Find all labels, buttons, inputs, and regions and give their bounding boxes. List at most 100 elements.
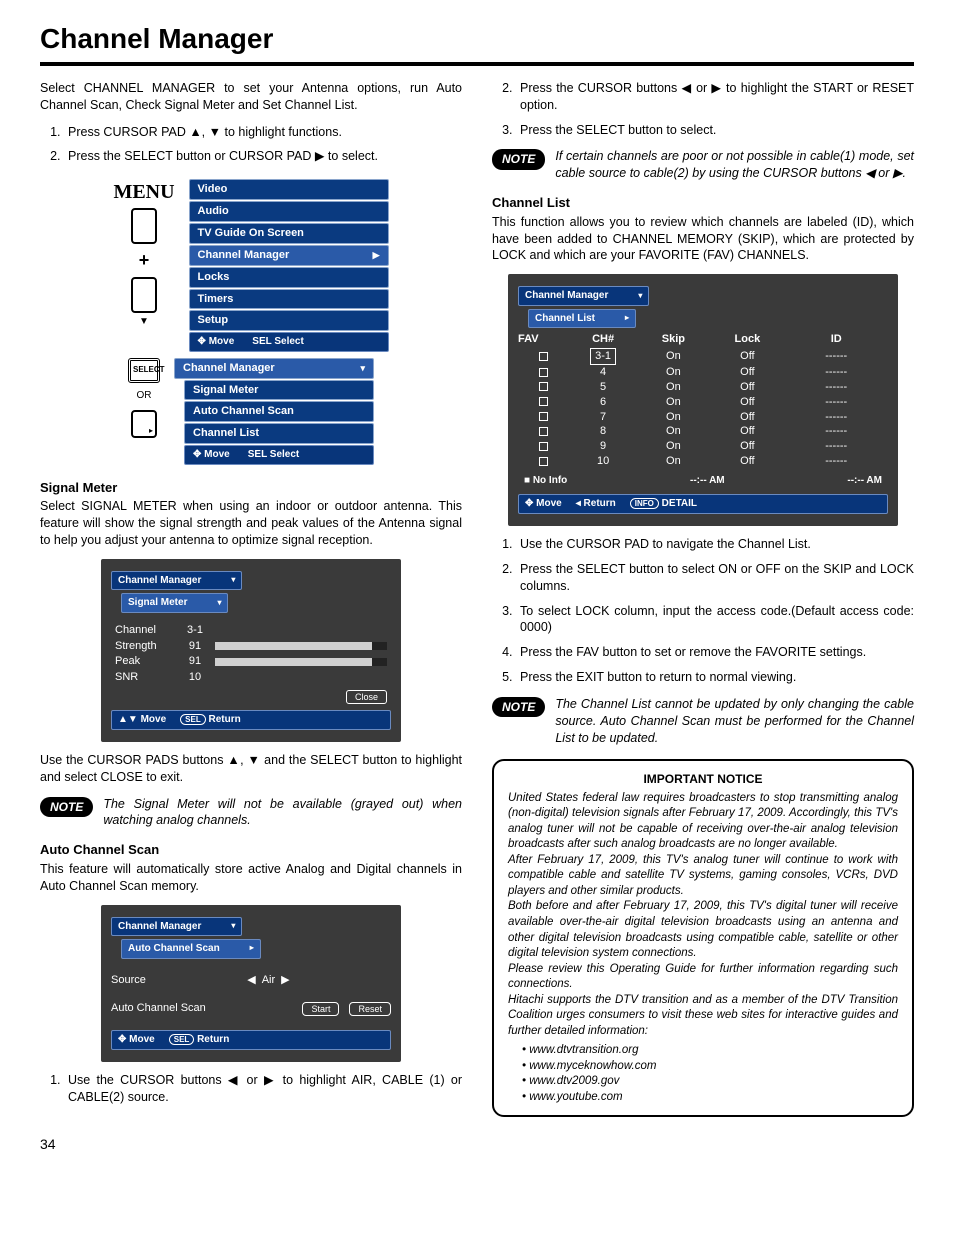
- notice-p5: Please review this Operating Guide for f…: [508, 963, 898, 991]
- acs-heading: Auto Channel Scan: [40, 841, 462, 859]
- menu-item-tvguide[interactable]: TV Guide On Screen: [189, 223, 389, 244]
- info-row: ■ No Info --:-- AM --:-- AM: [518, 473, 888, 489]
- main-menu: Video Audio TV Guide On Screen Channel M…: [189, 179, 389, 351]
- cl-steps: Use the CURSOR PAD to navigate the Chann…: [492, 536, 914, 686]
- menu-hint-bar: ✥ Move SEL Select: [189, 332, 389, 352]
- submenu-channel-list[interactable]: Channel List: [184, 423, 374, 444]
- menu-item-audio[interactable]: Audio: [189, 201, 389, 222]
- acs-note: NOTE If certain channels are poor or not…: [492, 148, 914, 182]
- triangle-down-icon: ▼: [139, 315, 149, 329]
- menu-diagram: MENU + ▼ Video Audio TV Guide On Screen …: [40, 179, 462, 351]
- signal-hint-bar: ▲▼ Move SEL Return: [111, 710, 391, 730]
- meter-snr: SNR10: [115, 670, 387, 685]
- channel-list-table: FAV CH# Skip Lock ID 3-1OnOff------4OnOf…: [518, 331, 888, 469]
- table-row[interactable]: 3-1OnOff------: [518, 348, 888, 365]
- select-hint: SEL Select: [252, 335, 304, 349]
- menu-label: MENU: [113, 179, 174, 206]
- menu-item-setup[interactable]: Setup: [189, 310, 389, 331]
- link-2: www.myceknowhow.com: [522, 1059, 898, 1075]
- submenu-signal-meter[interactable]: Signal Meter: [184, 380, 374, 401]
- table-row[interactable]: 9OnOff------: [518, 439, 888, 454]
- link-3: www.dtv2009.gov: [522, 1074, 898, 1090]
- signal-meter-panel: Channel Manager▾ Signal Meter▾ Channel3-…: [101, 559, 401, 742]
- move-hint: ✥ Move: [198, 335, 235, 349]
- crumb-cm: Channel Manager▾: [111, 917, 242, 937]
- acs-hint-bar: ✥ Move SEL Return: [111, 1030, 391, 1050]
- table-row[interactable]: 10OnOff------: [518, 454, 888, 469]
- table-row[interactable]: 8OnOff------: [518, 424, 888, 439]
- menu-item-video[interactable]: Video: [189, 179, 389, 200]
- notice-p3: After February 17, 2009, this TV's analo…: [508, 854, 898, 897]
- title-rule: [40, 62, 914, 66]
- submenu-auto-channel-scan[interactable]: Auto Channel Scan: [184, 401, 374, 422]
- cl-text: This function allows you to review which…: [492, 214, 914, 265]
- intro-steps: Press CURSOR PAD ▲, ▼ to highlight funct…: [40, 124, 462, 166]
- reset-button[interactable]: Reset: [349, 1002, 391, 1016]
- cl-step-1: Use the CURSOR PAD to navigate the Chann…: [516, 536, 914, 553]
- acs-step-2: Press the CURSOR buttons ◀ or ▶ to highl…: [516, 80, 914, 114]
- notice-links: www.dtvtransition.org www.myceknowhow.co…: [508, 1043, 898, 1105]
- channel-manager-submenu: Channel Manager▾ Signal Meter Auto Chann…: [174, 358, 374, 465]
- table-row[interactable]: 6OnOff------: [518, 395, 888, 410]
- note-text: The Signal Meter will not be available (…: [103, 796, 462, 830]
- meter-strength: Strength91: [115, 639, 387, 654]
- submenu-diagram: SELECT OR ▸ Channel Manager▾ Signal Mete…: [40, 358, 462, 465]
- right-column: Press the CURSOR buttons ◀ or ▶ to highl…: [492, 80, 914, 1117]
- note-text: The Channel List cannot be updated by on…: [555, 696, 914, 747]
- source-row: Source ◀ Air ▶: [111, 973, 391, 988]
- col-ch: CH#: [570, 331, 637, 348]
- signal-note: NOTE The Signal Meter will not be availa…: [40, 796, 462, 830]
- col-lock: Lock: [710, 331, 784, 348]
- acs-steps-right: Press the CURSOR buttons ◀ or ▶ to highl…: [492, 80, 914, 139]
- menu-item-timers[interactable]: Timers: [189, 289, 389, 310]
- link-1: www.dtvtransition.org: [522, 1043, 898, 1059]
- select-button-icon: SELECT: [128, 358, 160, 383]
- submenu-hint-bar: ✥ Move SEL Select: [184, 445, 374, 465]
- plus-icon: +: [139, 248, 150, 272]
- menu-item-locks[interactable]: Locks: [189, 267, 389, 288]
- right-button-icon: ▸: [131, 410, 157, 438]
- channel-list-panel: Channel Manager▾ Channel List▸ FAV CH# S…: [508, 274, 898, 526]
- step-1: Press CURSOR PAD ▲, ▼ to highlight funct…: [64, 124, 462, 141]
- start-button[interactable]: Start: [302, 1002, 339, 1016]
- crumb-channel-manager: Channel Manager▾: [111, 571, 242, 591]
- page-title: Channel Manager: [40, 20, 914, 58]
- crumb-acs: Auto Channel Scan▸: [121, 939, 261, 959]
- table-row[interactable]: 4OnOff------: [518, 365, 888, 380]
- note-badge: NOTE: [492, 697, 545, 717]
- menu-button-icon: [131, 208, 157, 244]
- cl-hint-bar: ✥ Move ◂ Return INFO DETAIL: [518, 494, 888, 514]
- signal-meter-text: Select SIGNAL METER when using an indoor…: [40, 498, 462, 549]
- notice-title: IMPORTANT NOTICE: [508, 771, 898, 787]
- source-selector[interactable]: ◀ Air ▶: [247, 973, 289, 988]
- acs-step-1: Use the CURSOR buttons ◀ or ▶ to highlig…: [64, 1072, 462, 1106]
- table-row[interactable]: 7OnOff------: [518, 410, 888, 425]
- note-badge: NOTE: [492, 149, 545, 169]
- cursor-button-icon: [131, 277, 157, 313]
- signal-after-text: Use the CURSOR PADS buttons ▲, ▼ and the…: [40, 752, 462, 786]
- important-notice: IMPORTANT NOTICE United States federal l…: [492, 759, 914, 1118]
- signal-meter-heading: Signal Meter: [40, 479, 462, 497]
- cl-step-3: To select LOCK column, input the access …: [516, 603, 914, 637]
- link-4: www.youtube.com: [522, 1090, 898, 1106]
- crumb-cm: Channel Manager▾: [518, 286, 649, 306]
- col-skip: Skip: [636, 331, 710, 348]
- col-id: ID: [784, 331, 888, 348]
- meter-channel: Channel3-1: [115, 623, 387, 638]
- cl-step-5: Press the EXIT button to return to norma…: [516, 669, 914, 686]
- step-2: Press the SELECT button or CURSOR PAD ▶ …: [64, 148, 462, 165]
- acs-panel: Channel Manager▾ Auto Channel Scan▸ Sour…: [101, 905, 401, 1062]
- note-badge: NOTE: [40, 797, 93, 817]
- intro-text: Select CHANNEL MANAGER to set your Anten…: [40, 80, 462, 114]
- menu-item-channel-manager[interactable]: Channel Manager▶: [189, 245, 389, 266]
- close-button[interactable]: Close: [346, 690, 387, 704]
- cl-note: NOTE The Channel List cannot be updated …: [492, 696, 914, 747]
- crumb-signal-meter: Signal Meter▾: [121, 593, 228, 613]
- submenu-title: Channel Manager▾: [174, 358, 374, 379]
- notice-p6: Hitachi supports the DTV transition and …: [508, 994, 898, 1037]
- acs-step-3: Press the SELECT button to select.: [516, 122, 914, 139]
- table-row[interactable]: 5OnOff------: [518, 380, 888, 395]
- page-number: 34: [40, 1135, 914, 1154]
- crumb-cl: Channel List▸: [528, 309, 636, 329]
- cl-step-2: Press the SELECT button to select ON or …: [516, 561, 914, 595]
